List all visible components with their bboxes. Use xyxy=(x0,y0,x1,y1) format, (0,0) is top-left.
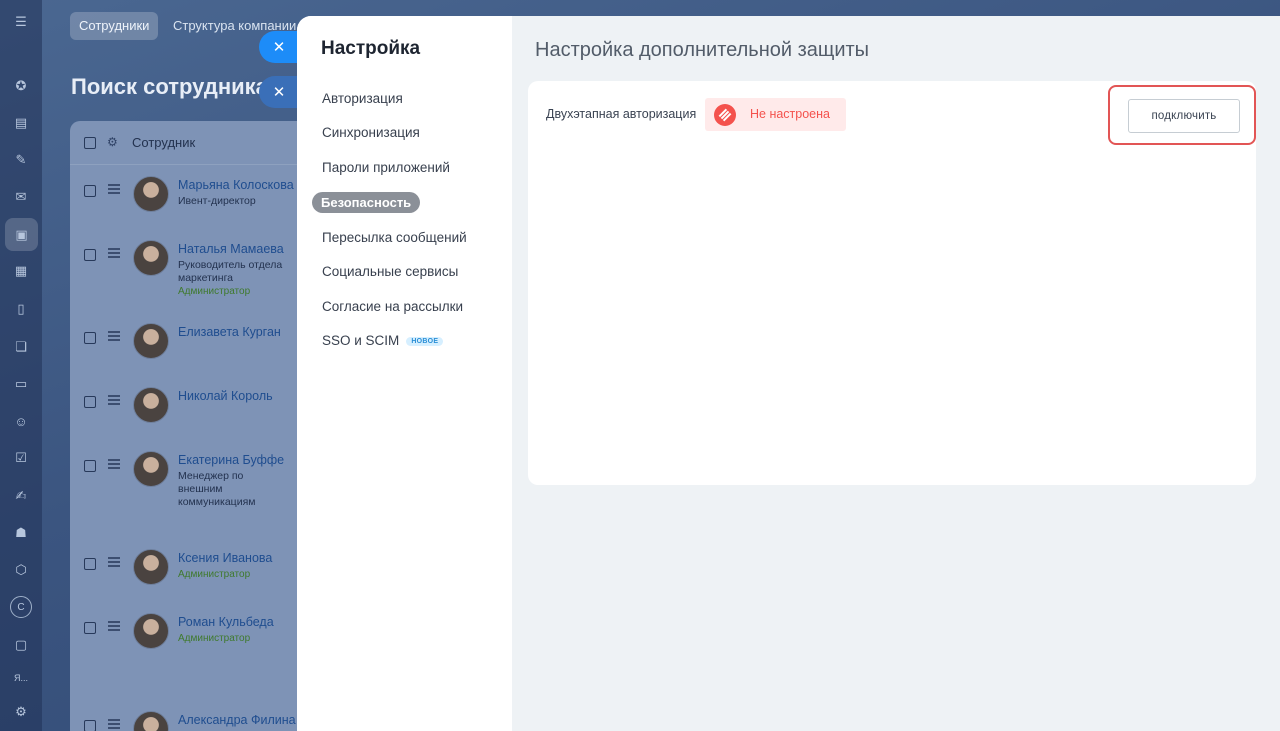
group-icon[interactable]: ☺ xyxy=(11,411,31,431)
nav-item-sso-scim[interactable]: SSO и SCIM НОВОЕ xyxy=(322,333,444,348)
company-avatar[interactable]: С xyxy=(10,596,32,618)
avatar xyxy=(133,176,169,212)
nav-item-mailing-consent[interactable]: Согласие на рассылки xyxy=(322,299,463,314)
row-checkbox[interactable] xyxy=(84,460,96,472)
employee-role: Администратор xyxy=(178,286,251,297)
checkbox-icon[interactable]: ☑ xyxy=(11,448,31,468)
row-checkbox[interactable] xyxy=(84,396,96,408)
employee-name[interactable]: Ксения Иванова xyxy=(178,551,272,565)
window-icon[interactable]: ▢ xyxy=(11,635,31,655)
tasks-icon[interactable]: ▤ xyxy=(11,113,31,133)
two-factor-label: Двухэтапная авторизация xyxy=(546,107,697,121)
employee-name[interactable]: Марьяна Колоскова xyxy=(178,178,294,192)
employee-name[interactable]: Екатерина Буффе xyxy=(178,453,284,467)
drag-handle-icon[interactable] xyxy=(108,719,120,731)
drag-handle-icon[interactable] xyxy=(108,459,120,471)
employee-position: Администратор xyxy=(178,568,298,581)
document-icon[interactable]: ▯ xyxy=(11,299,31,319)
employee-role: Администратор xyxy=(178,633,251,644)
drag-handle-icon[interactable] xyxy=(108,557,120,569)
drag-handle-icon[interactable] xyxy=(108,395,120,407)
drive-icon[interactable]: ▭ xyxy=(11,374,31,394)
drag-handle-icon[interactable] xyxy=(108,621,120,633)
employee-position: Администратор xyxy=(178,632,298,645)
close-previous-slider-icon[interactable]: ✕ xyxy=(259,76,299,108)
nav-item-authorization[interactable]: Авторизация xyxy=(322,91,403,106)
chat-icon[interactable]: ❏ xyxy=(11,337,31,357)
settings-sidebar: Настройка Авторизация Синхронизация Паро… xyxy=(297,16,512,731)
avatar xyxy=(133,549,169,585)
warning-icon xyxy=(714,104,736,126)
page-title-employee-search: Поиск сотрудника xyxy=(71,74,268,99)
settings-slider: Настройка Авторизация Синхронизация Паро… xyxy=(297,16,1280,731)
employees-icon[interactable]: ▣ xyxy=(5,218,38,251)
bot-icon[interactable]: ☗ xyxy=(11,523,31,543)
employee-position: Руководитель отдела маркетинга Администра… xyxy=(178,259,298,298)
employee-role: Администратор xyxy=(178,569,251,580)
mail-icon[interactable]: ✉ xyxy=(11,187,31,207)
row-checkbox[interactable] xyxy=(84,558,96,570)
close-slider-icon[interactable]: ✕ xyxy=(259,31,299,63)
drag-handle-icon[interactable] xyxy=(108,248,120,260)
nav-item-app-passwords[interactable]: Пароли приложений xyxy=(322,160,450,175)
avatar xyxy=(133,711,169,731)
calendar-icon[interactable]: ▦ xyxy=(11,261,31,281)
status-badge: Не настроена xyxy=(705,98,846,131)
column-settings-icon[interactable]: ⚙ xyxy=(107,135,118,149)
menu-icon[interactable]: ☰ xyxy=(11,12,31,32)
column-header-employee: Сотрудник xyxy=(132,135,196,150)
nav-item-social-services[interactable]: Социальные сервисы xyxy=(322,264,458,279)
avatar xyxy=(133,613,169,649)
avatar xyxy=(133,387,169,423)
sign-icon[interactable]: ✍ xyxy=(11,486,31,506)
row-checkbox[interactable] xyxy=(84,249,96,261)
avatar xyxy=(133,323,169,359)
employee-position: Ивент-директор xyxy=(178,195,256,207)
feed-icon[interactable]: ✪ xyxy=(11,76,31,96)
settings-gear-icon[interactable]: ⚙ xyxy=(11,702,31,722)
employee-list: ⚙ Сотрудник Марьяна Колоскова Ивент-дире… xyxy=(70,121,310,731)
employee-name[interactable]: Роман Кульбеда xyxy=(178,615,274,629)
drag-handle-icon[interactable] xyxy=(108,184,120,196)
more-label[interactable]: Я... xyxy=(11,668,31,688)
avatar xyxy=(133,451,169,487)
nav-item-message-forwarding[interactable]: Пересылка сообщений xyxy=(322,230,467,245)
edit-doc-icon[interactable]: ✎ xyxy=(11,150,31,170)
employee-name[interactable]: Наталья Мамаева xyxy=(178,242,284,256)
nav-item-sync[interactable]: Синхронизация xyxy=(322,125,420,140)
row-checkbox[interactable] xyxy=(84,185,96,197)
status-text: Не настроена xyxy=(750,107,830,121)
left-rail: ☰ ✪ ▤ ✎ ✉ ▣ ▦ ▯ ❏ ▭ ☺ ☑ ✍ ☗ ⬡ С ▢ Я... ⚙ xyxy=(0,0,42,731)
employee-name[interactable]: Николай Король xyxy=(178,389,273,403)
new-badge: НОВОЕ xyxy=(406,336,444,346)
row-checkbox[interactable] xyxy=(84,332,96,344)
tab-employees[interactable]: Сотрудники xyxy=(70,12,159,40)
employee-position: Менеджер по внешним коммуникациям xyxy=(178,470,256,508)
select-all-checkbox[interactable] xyxy=(84,137,96,149)
box-icon[interactable]: ⬡ xyxy=(11,560,31,580)
employee-name[interactable]: Александра Филина xyxy=(178,713,296,727)
security-settings-card: Двухэтапная авторизация Не настроена под… xyxy=(528,81,1256,485)
drag-handle-icon[interactable] xyxy=(108,331,120,343)
row-checkbox[interactable] xyxy=(84,720,96,731)
avatar xyxy=(133,240,169,276)
connect-button[interactable]: подключить xyxy=(1128,99,1240,133)
table-header: ⚙ Сотрудник xyxy=(70,121,310,165)
page-title: Настройка дополнительной защиты xyxy=(535,39,870,61)
nav-item-sso-scim-label: SSO и SCIM xyxy=(322,333,400,348)
row-checkbox[interactable] xyxy=(84,622,96,634)
settings-title: Настройка xyxy=(321,38,421,59)
employee-name[interactable]: Елизавета Курган xyxy=(178,325,281,339)
nav-item-security[interactable]: Безопасность xyxy=(312,192,421,213)
